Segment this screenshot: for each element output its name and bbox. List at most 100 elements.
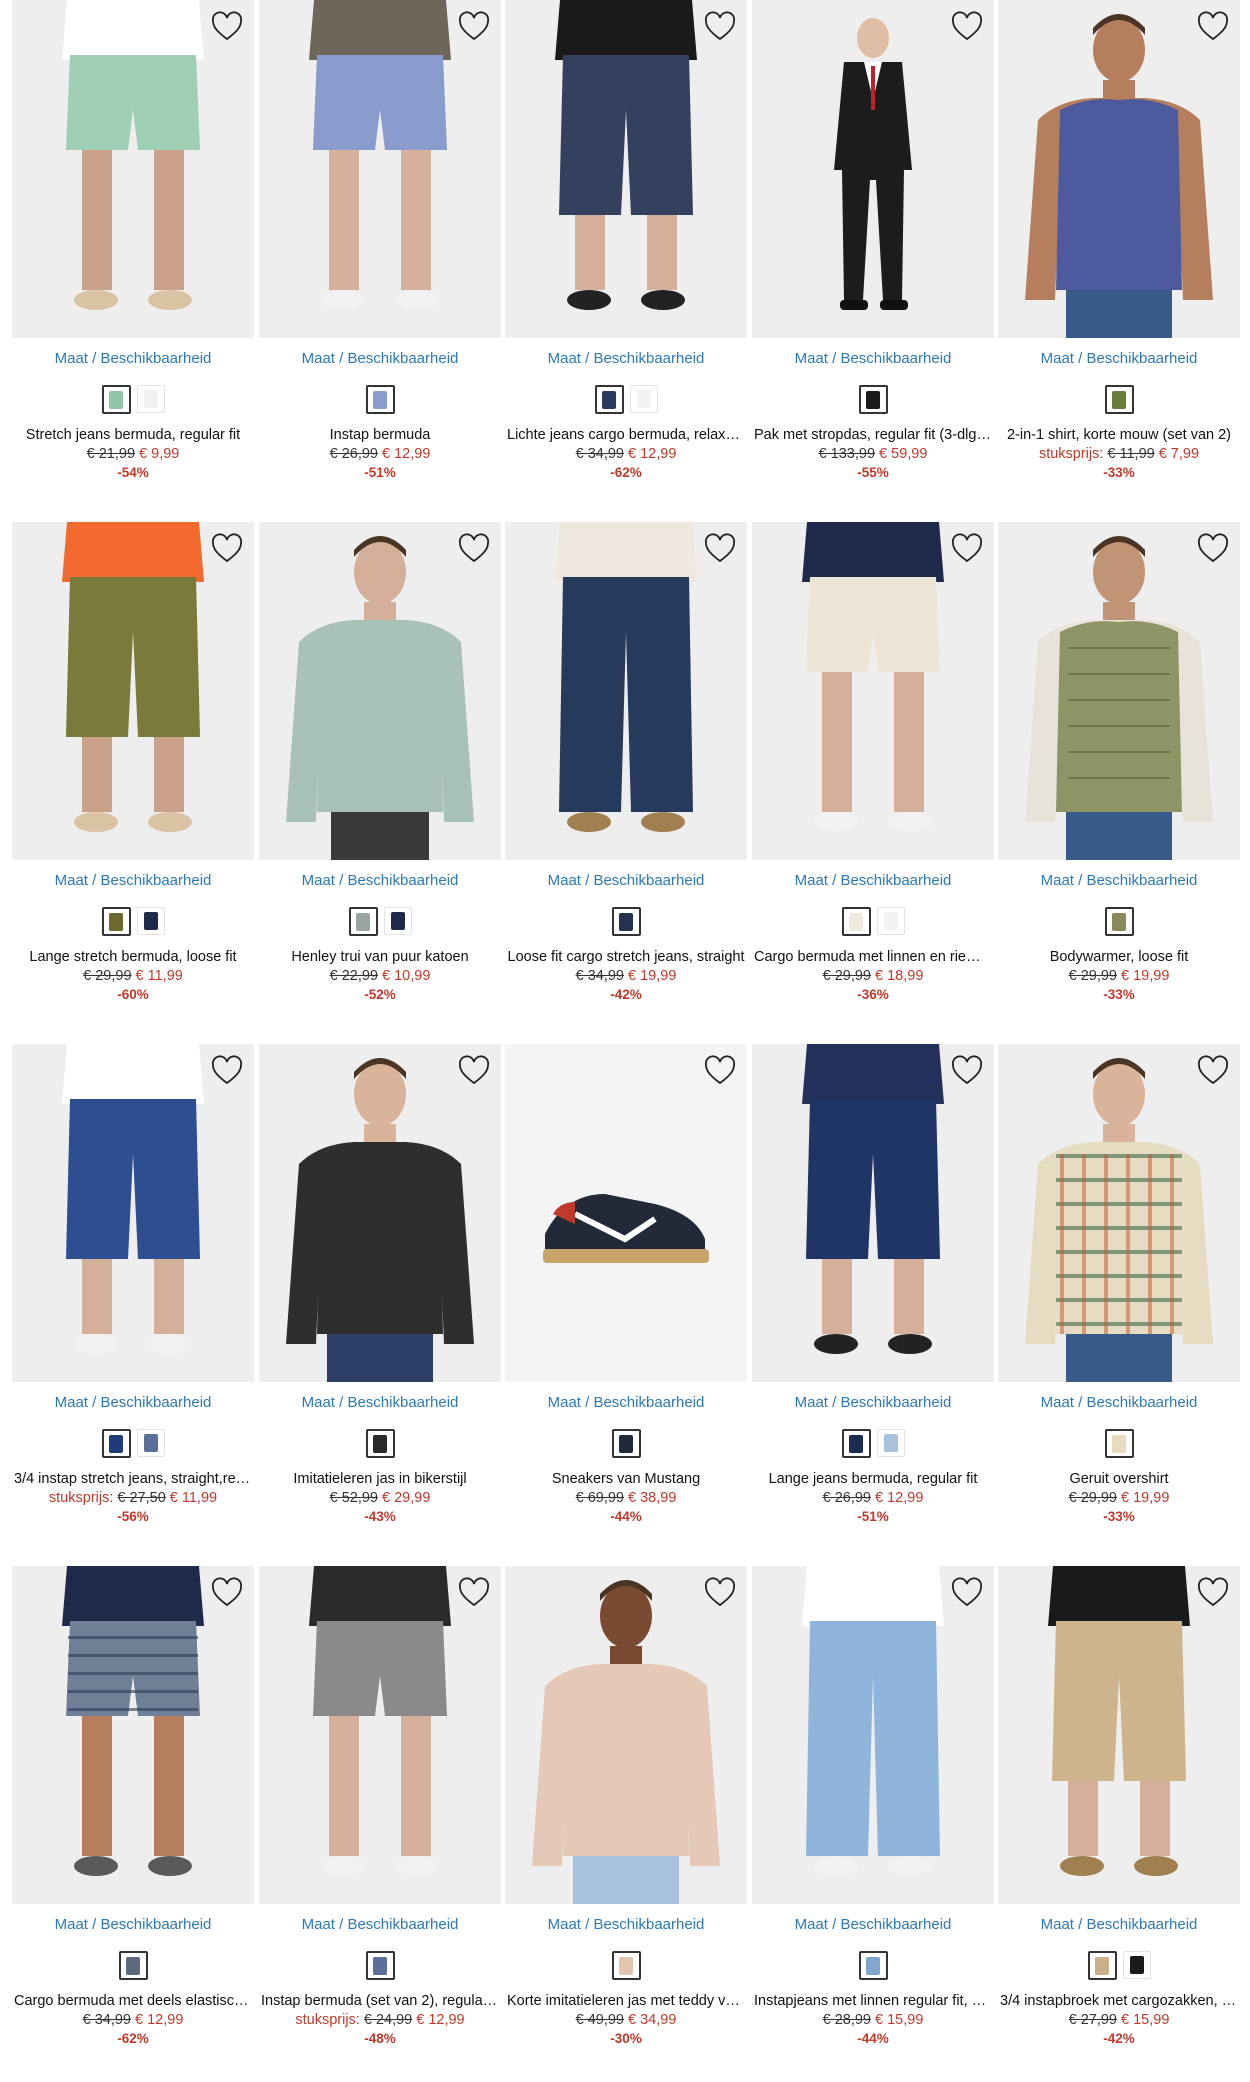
size-availability-link[interactable]: Maat / Beschikbaarheid (752, 872, 994, 889)
product-image[interactable] (752, 1566, 994, 1904)
color-swatch[interactable] (629, 385, 658, 413)
product-card[interactable]: Maat / Beschikbaarheid Korte imitatielere… (505, 1566, 747, 2046)
product-card[interactable]: Maat / Beschikbaarheid Lange stretch berm… (12, 522, 254, 1002)
product-image[interactable] (505, 1566, 747, 1904)
product-card[interactable]: Maat / Beschikbaarheid Geruit overshirt € … (998, 1044, 1240, 1524)
wishlist-heart-icon[interactable] (210, 532, 244, 566)
color-swatch[interactable] (1122, 1951, 1151, 1979)
size-availability-link[interactable]: Maat / Beschikbaarheid (998, 1916, 1240, 1933)
color-swatch[interactable] (1087, 1951, 1117, 1980)
wishlist-heart-icon[interactable] (703, 1576, 737, 1610)
wishlist-heart-icon[interactable] (1196, 1054, 1230, 1088)
color-swatch[interactable] (1104, 1429, 1134, 1458)
color-swatch[interactable] (876, 907, 905, 935)
color-swatch[interactable] (348, 907, 378, 936)
product-card[interactable]: Maat / Beschikbaarheid Sneakers van Musta… (505, 1044, 747, 1524)
product-name[interactable]: Imitatieleren jas in bikerstijl (259, 1471, 501, 1487)
product-name[interactable]: Instap bermuda (259, 427, 501, 443)
size-availability-link[interactable]: Maat / Beschikbaarheid (259, 1916, 501, 1933)
color-swatch[interactable] (858, 1951, 888, 1980)
size-availability-link[interactable]: Maat / Beschikbaarheid (12, 1394, 254, 1411)
product-image[interactable] (259, 1044, 501, 1382)
product-card[interactable]: Maat / Beschikbaarheid Cargo bermuda met … (12, 1566, 254, 2046)
color-swatch[interactable] (101, 1429, 131, 1458)
wishlist-heart-icon[interactable] (703, 532, 737, 566)
product-name[interactable]: Instap bermuda (set van 2), regular fit (259, 1993, 501, 2009)
product-image[interactable] (998, 522, 1240, 860)
product-name[interactable]: Lange stretch bermuda, loose fit (12, 949, 254, 965)
color-swatch[interactable] (841, 1429, 871, 1458)
product-card[interactable]: Maat / Beschikbaarheid 3/4 instapbroek me… (998, 1566, 1240, 2046)
wishlist-heart-icon[interactable] (703, 10, 737, 44)
size-availability-link[interactable]: Maat / Beschikbaarheid (505, 1916, 747, 1933)
product-name[interactable]: Korte imitatieleren jas met teddy voerin… (505, 1993, 747, 2009)
product-card[interactable]: Maat / Beschikbaarheid Stretch jeans berm… (12, 0, 254, 480)
product-name[interactable]: Loose fit cargo stretch jeans, straight (505, 949, 747, 965)
color-swatch[interactable] (136, 385, 165, 413)
product-name[interactable]: Cargo bermuda met linnen en riem, regula… (752, 949, 994, 965)
size-availability-link[interactable]: Maat / Beschikbaarheid (259, 872, 501, 889)
product-image[interactable] (12, 522, 254, 860)
product-name[interactable]: Bodywarmer, loose fit (998, 949, 1240, 965)
color-swatch[interactable] (365, 385, 395, 414)
size-availability-link[interactable]: Maat / Beschikbaarheid (259, 1394, 501, 1411)
product-image[interactable] (12, 1044, 254, 1382)
color-swatch[interactable] (594, 385, 624, 414)
size-availability-link[interactable]: Maat / Beschikbaarheid (998, 1394, 1240, 1411)
product-image[interactable] (259, 0, 501, 338)
product-card[interactable]: Maat / Beschikbaarheid Lichte jeans cargo… (505, 0, 747, 480)
color-swatch[interactable] (365, 1429, 395, 1458)
size-availability-link[interactable]: Maat / Beschikbaarheid (12, 350, 254, 367)
size-availability-link[interactable]: Maat / Beschikbaarheid (752, 1916, 994, 1933)
product-name[interactable]: Pak met stropdas, regular fit (3-dlg. se… (752, 427, 994, 443)
product-image[interactable] (505, 522, 747, 860)
product-name[interactable]: Stretch jeans bermuda, regular fit (12, 427, 254, 443)
color-swatch[interactable] (841, 907, 871, 936)
product-name[interactable]: Sneakers van Mustang (505, 1471, 747, 1487)
product-name[interactable]: Lange jeans bermuda, regular fit (752, 1471, 994, 1487)
color-swatch[interactable] (611, 907, 641, 936)
product-image[interactable] (752, 1044, 994, 1382)
product-name[interactable]: 3/4 instapbroek met cargozakken, loose f… (998, 1993, 1240, 2009)
product-image[interactable] (505, 0, 747, 338)
color-swatch[interactable] (611, 1429, 641, 1458)
product-card[interactable]: Maat / Beschikbaarheid Instapjeans met li… (752, 1566, 994, 2046)
product-name[interactable]: Lichte jeans cargo bermuda, relaxed fit (505, 427, 747, 443)
color-swatch[interactable] (383, 907, 412, 935)
color-swatch[interactable] (101, 907, 131, 936)
product-image[interactable] (998, 1566, 1240, 1904)
product-card[interactable]: Maat / Beschikbaarheid Imitatieleren jas … (259, 1044, 501, 1524)
product-image[interactable] (259, 1566, 501, 1904)
wishlist-heart-icon[interactable] (950, 532, 984, 566)
product-image[interactable] (752, 0, 994, 338)
size-availability-link[interactable]: Maat / Beschikbaarheid (505, 350, 747, 367)
wishlist-heart-icon[interactable] (210, 1576, 244, 1610)
color-swatch[interactable] (611, 1951, 641, 1980)
product-name[interactable]: Geruit overshirt (998, 1471, 1240, 1487)
product-image[interactable] (12, 1566, 254, 1904)
product-card[interactable]: Maat / Beschikbaarheid Instap bermuda (se… (259, 1566, 501, 2046)
color-swatch[interactable] (365, 1951, 395, 1980)
size-availability-link[interactable]: Maat / Beschikbaarheid (259, 350, 501, 367)
size-availability-link[interactable]: Maat / Beschikbaarheid (752, 1394, 994, 1411)
wishlist-heart-icon[interactable] (950, 1054, 984, 1088)
product-card[interactable]: Maat / Beschikbaarheid Instap bermuda € 26… (259, 0, 501, 480)
product-card[interactable]: Maat / Beschikbaarheid 2-in-1 shirt, kort… (998, 0, 1240, 480)
size-availability-link[interactable]: Maat / Beschikbaarheid (752, 350, 994, 367)
color-swatch[interactable] (101, 385, 131, 414)
wishlist-heart-icon[interactable] (457, 532, 491, 566)
product-image[interactable] (998, 1044, 1240, 1382)
wishlist-heart-icon[interactable] (210, 10, 244, 44)
product-card[interactable]: Maat / Beschikbaarheid Bodywarmer, loose … (998, 522, 1240, 1002)
wishlist-heart-icon[interactable] (1196, 10, 1230, 44)
wishlist-heart-icon[interactable] (950, 10, 984, 44)
color-swatch[interactable] (876, 1429, 905, 1457)
wishlist-heart-icon[interactable] (703, 1054, 737, 1088)
product-card[interactable]: Maat / Beschikbaarheid Loose fit cargo st… (505, 522, 747, 1002)
size-availability-link[interactable]: Maat / Beschikbaarheid (12, 872, 254, 889)
wishlist-heart-icon[interactable] (210, 1054, 244, 1088)
color-swatch[interactable] (136, 1429, 165, 1457)
color-swatch[interactable] (1104, 385, 1134, 414)
product-name[interactable]: Instapjeans met linnen regular fit, stra… (752, 1993, 994, 2009)
size-availability-link[interactable]: Maat / Beschikbaarheid (998, 350, 1240, 367)
